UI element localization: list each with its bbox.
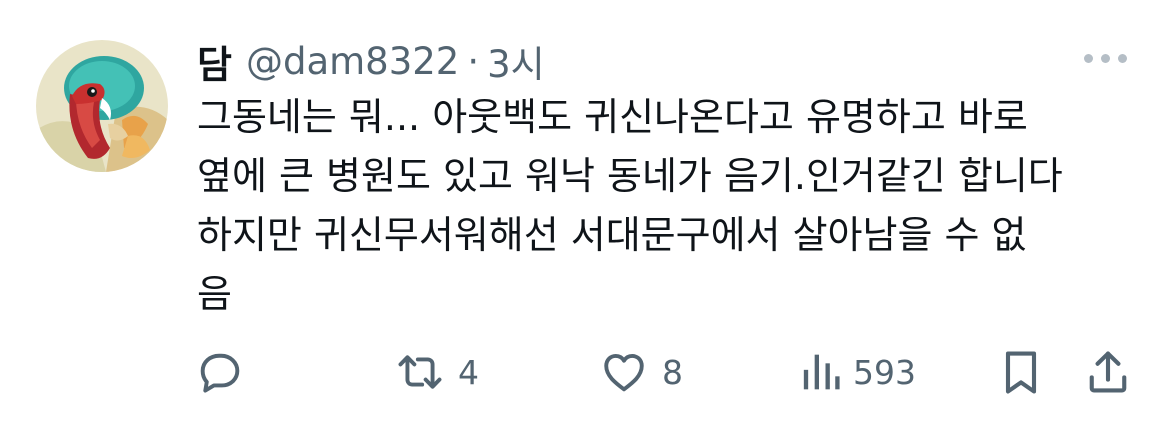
tweet-header: 담 @dam8322 · 3시: [197, 34, 545, 89]
action-bar: 4 8 593: [194, 346, 1134, 398]
retweet-button[interactable]: 4: [394, 346, 479, 398]
more-dot-icon: [1084, 54, 1093, 63]
tweet-text-line: 그동네는 뭐... 아웃백도 귀신나온다고 유명하고 바로: [197, 95, 1028, 139]
avatar-image: [36, 40, 168, 172]
tweet-text: 그동네는 뭐... 아웃백도 귀신나온다고 유명하고 바로 옆에 큰 병원도 있…: [197, 88, 1147, 324]
tweet-text-line: 옆에 큰 병원도 있고 워낙 동네가 음기.인거같긴 합니다: [197, 154, 1063, 198]
tweet-text-line: 하지만 귀신무서워해선 서대문구에서 살아남을 수 없: [197, 213, 1027, 257]
heart-icon: [604, 354, 644, 392]
more-dot-icon: [1118, 54, 1127, 63]
retweet-icon: [398, 355, 442, 389]
timestamp[interactable]: 3시: [487, 34, 545, 88]
views-icon: [803, 354, 840, 390]
tweet-card[interactable]: 담 @dam8322 · 3시 그동네는 뭐... 아웃백도 귀신나온다고 유명…: [0, 0, 1170, 431]
more-options-button[interactable]: [1084, 54, 1127, 63]
like-count: 8: [662, 352, 683, 392]
reply-button[interactable]: [194, 346, 246, 398]
tweet-text-line: 음: [197, 272, 232, 316]
user-handle[interactable]: @dam8322: [246, 40, 459, 83]
display-name[interactable]: 담: [197, 34, 232, 89]
separator: ·: [467, 39, 480, 83]
share-button[interactable]: [1082, 346, 1134, 398]
views-count: 593: [853, 352, 916, 392]
bookmark-icon: [1005, 351, 1037, 394]
avatar[interactable]: [36, 40, 168, 172]
share-icon: [1089, 351, 1127, 393]
like-button[interactable]: 8: [598, 346, 683, 398]
views-button[interactable]: 593: [797, 346, 916, 398]
bookmark-button[interactable]: [999, 346, 1043, 398]
more-dot-icon: [1101, 54, 1110, 63]
retweet-count: 4: [458, 352, 479, 392]
reply-icon: [200, 353, 240, 393]
